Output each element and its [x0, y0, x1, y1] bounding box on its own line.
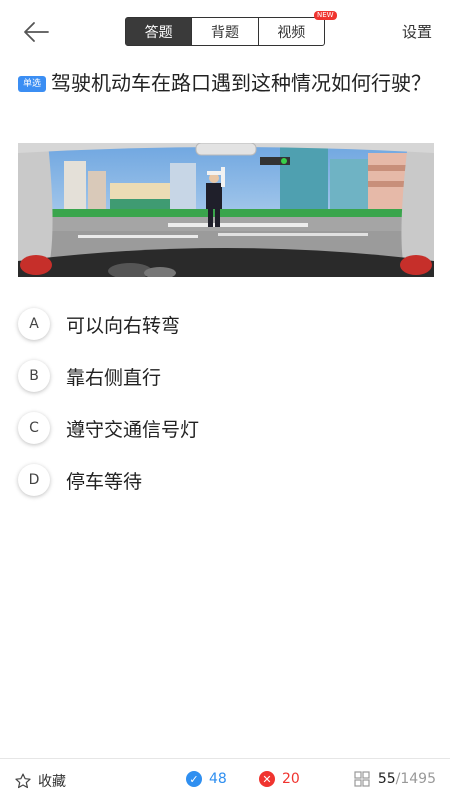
option-b[interactable]: B 靠右侧直行 [18, 350, 434, 402]
mode-tabs: 答题 背题 视频 [125, 17, 325, 46]
star-icon [15, 773, 31, 789]
option-d[interactable]: D 停车等待 [18, 454, 434, 506]
x-icon: ✕ [259, 771, 275, 787]
settings-button[interactable]: 设置 [402, 21, 432, 42]
tab-video[interactable]: 视频 [259, 18, 324, 45]
question-type-badge: 单选 [18, 76, 47, 92]
question-image [18, 143, 434, 277]
option-text: 遵守交通信号灯 [66, 418, 200, 441]
new-badge: NEW [314, 11, 337, 20]
back-arrow-icon[interactable] [20, 16, 52, 48]
correct-count: ✓ 48 [186, 771, 227, 787]
option-letter: D [18, 464, 50, 496]
answer-options: A 可以向右转弯 B 靠右侧直行 C 遵守交通信号灯 D 停车等待 [18, 298, 434, 506]
question-text: 驾驶机动车在路口遇到这种情况如何行驶？ [51, 71, 432, 95]
option-text: 停车等待 [66, 470, 143, 493]
favorite-label: 收藏 [38, 774, 66, 790]
favorite-button[interactable]: 收藏 [14, 771, 66, 791]
check-icon: ✓ [186, 771, 202, 787]
option-text: 靠右侧直行 [66, 366, 162, 389]
option-a[interactable]: A 可以向右转弯 [18, 298, 434, 350]
option-letter: C [18, 412, 50, 444]
tab-memorize[interactable]: 背题 [192, 18, 259, 45]
option-c[interactable]: C 遵守交通信号灯 [18, 402, 434, 454]
grid-icon [354, 771, 370, 787]
bottom-bar: 收藏 ✓ 48 ✕ 20 55/1495 [0, 758, 450, 800]
top-bar: 答题 背题 视频 NEW 设置 [0, 0, 450, 62]
current-question-number: 55 [377, 771, 396, 787]
tab-answer[interactable]: 答题 [126, 18, 193, 45]
correct-count-value: 48 [209, 771, 227, 787]
option-letter: A [18, 308, 50, 340]
wrong-count: ✕ 20 [259, 771, 300, 787]
option-text: 可以向右转弯 [66, 314, 181, 337]
wrong-count-value: 20 [282, 771, 300, 787]
option-letter: B [18, 360, 50, 392]
question-progress[interactable]: 55/1495 [354, 771, 436, 787]
question-text-block: 单选 驾驶机动车在路口遇到这种情况如何行驶？ [18, 68, 434, 99]
total-question-count: /1495 [395, 771, 436, 787]
